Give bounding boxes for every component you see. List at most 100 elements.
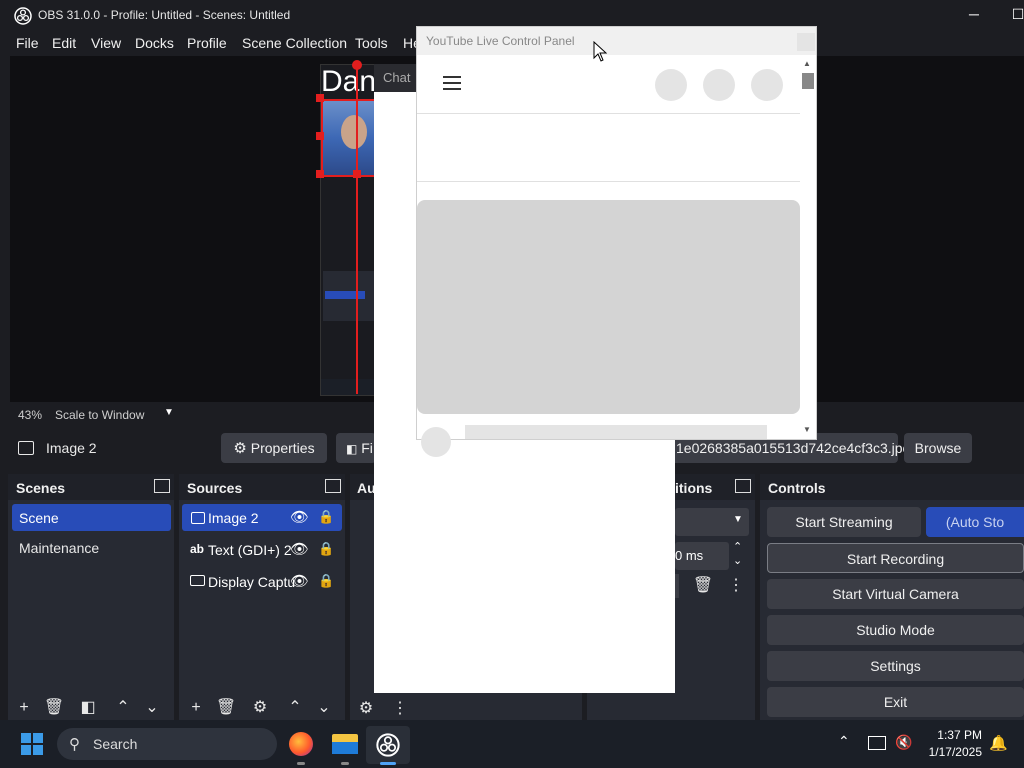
selection-handle-top[interactable] xyxy=(352,60,362,70)
menu-file[interactable]: File xyxy=(16,35,39,51)
sources-toolbar: + 🗑 ⚙ ⌃ ⌄ xyxy=(179,696,345,720)
selection-handle-left-top[interactable] xyxy=(316,94,324,102)
trash-icon[interactable]: 🗑 xyxy=(214,696,238,720)
divider xyxy=(417,113,800,114)
text-source-icon: ab xyxy=(190,542,205,556)
scroll-down-icon[interactable]: ▼ xyxy=(803,425,811,434)
eye-icon[interactable]: 👁 xyxy=(290,572,309,590)
chat-title: Chat xyxy=(383,70,411,85)
eye-icon[interactable]: 👁 xyxy=(290,508,309,526)
controls-dock: Controls Start Streaming (Auto Sto Start… xyxy=(760,474,1024,720)
menu-docks[interactable]: Docks xyxy=(135,35,174,51)
lock-icon[interactable]: 🔒 xyxy=(318,509,334,525)
lock-icon[interactable]: 🔒 xyxy=(318,541,334,557)
chevron-up-icon[interactable]: ⌃ xyxy=(111,696,135,720)
exit-button[interactable]: Exit xyxy=(767,687,1024,717)
volume-muted-icon[interactable]: 🔇 xyxy=(895,734,912,751)
source-item-selected[interactable]: Image 2 👁 🔒 xyxy=(182,504,342,531)
chevron-up-icon[interactable]: ⌃ xyxy=(838,733,850,750)
selection-handle-left-bottom[interactable] xyxy=(316,170,324,178)
chevron-down-icon[interactable]: ▼ xyxy=(164,407,174,418)
preview-face xyxy=(341,115,367,149)
preview-mini-selected xyxy=(325,291,365,299)
menu-view[interactable]: View xyxy=(91,35,121,51)
more-icon[interactable]: ⋮ xyxy=(724,574,748,598)
start-recording-button[interactable]: Start Recording xyxy=(767,543,1024,573)
lock-icon[interactable]: 🔒 xyxy=(318,573,334,589)
chevron-up-icon[interactable]: ⌃ xyxy=(283,696,307,720)
scrollbar-thumb[interactable] xyxy=(802,73,814,89)
filter-icon[interactable]: ◧ xyxy=(76,696,100,720)
gear-icon[interactable]: ⚙ xyxy=(354,697,378,721)
source-item[interactable]: Display Captu 👁 🔒 xyxy=(182,568,342,595)
add-icon[interactable]: + xyxy=(184,696,208,720)
youtube-live-control-panel[interactable]: YouTube Live Control Panel ▲ ▼ xyxy=(416,26,817,457)
undock-icon[interactable] xyxy=(325,479,341,493)
taskbar: ⚲ Search ⌃ 🔇 1:37 PM 1/17/2025 🔔 xyxy=(0,720,1024,768)
windows-start-icon[interactable] xyxy=(21,733,43,755)
active-indicator xyxy=(380,762,396,765)
gear-icon[interactable]: ⚙ xyxy=(248,696,272,720)
firefox-icon[interactable] xyxy=(289,732,313,756)
hamburger-menu-icon[interactable] xyxy=(443,75,463,91)
start-virtual-camera-button[interactable]: Start Virtual Camera xyxy=(767,579,1024,609)
trash-icon[interactable]: 🗑 xyxy=(691,574,715,598)
start-streaming-button[interactable]: Start Streaming xyxy=(767,507,921,537)
scene-item-selected[interactable]: Scene xyxy=(12,504,171,531)
chevron-down-icon[interactable]: ⌄ xyxy=(312,696,336,720)
chat-tab[interactable]: Chat xyxy=(374,64,416,92)
scale-percent: 43% xyxy=(18,408,43,422)
gear-icon: ⚙ xyxy=(233,440,247,457)
chevron-down-icon[interactable]: ⌄ xyxy=(140,696,164,720)
scale-mode-select[interactable]: Scale to Window xyxy=(55,408,144,422)
trash-icon[interactable]: 🗑 xyxy=(42,696,66,720)
duration-field[interactable]: 0 ms xyxy=(675,542,729,570)
minimize-button[interactable]: ─ xyxy=(964,6,984,26)
selection-vertical-line[interactable] xyxy=(356,64,358,394)
filter-icon: ◧ xyxy=(346,442,358,456)
filters-button[interactable]: ◧ Fi xyxy=(336,433,376,463)
obs-logo-icon xyxy=(14,7,32,28)
display-icon[interactable] xyxy=(868,736,886,750)
placeholder-avatar-icon[interactable] xyxy=(655,69,687,101)
chevron-down-icon[interactable]: ⌄ xyxy=(733,554,742,567)
bell-icon[interactable]: 🔔 xyxy=(989,734,1008,752)
browse-button[interactable]: Browse xyxy=(904,433,972,463)
more-icon[interactable]: ⋮ xyxy=(388,697,412,721)
maximize-button[interactable]: ☐ xyxy=(1008,6,1024,26)
menu-tools[interactable]: Tools xyxy=(355,35,388,51)
selection-handle-bottom[interactable] xyxy=(353,170,361,178)
chevron-up-icon[interactable]: ⌃ xyxy=(733,540,742,553)
menu-edit[interactable]: Edit xyxy=(52,35,76,51)
auto-start-button[interactable]: (Auto Sto xyxy=(926,507,1024,537)
audio-mixer-title: Au xyxy=(357,480,376,496)
scenes-dock: Scenes Scene Maintenance + 🗑 ◧ ⌃ ⌄ xyxy=(8,474,174,720)
menu-scene-collection[interactable]: Scene Collection xyxy=(242,35,347,51)
image-icon xyxy=(191,512,205,524)
chevron-down-icon[interactable]: ▼ xyxy=(733,514,743,525)
source-item-label: Text (GDI+) 2 xyxy=(208,542,292,558)
yt-close-button[interactable] xyxy=(797,33,815,51)
placeholder-avatar-icon[interactable] xyxy=(703,69,735,101)
add-icon[interactable]: + xyxy=(12,696,36,720)
duration-value: 0 ms xyxy=(675,548,704,563)
window-title: OBS 31.0.0 - Profile: Untitled - Scenes:… xyxy=(38,8,291,22)
obs-taskbar-icon[interactable] xyxy=(366,726,410,764)
properties-button[interactable]: ⚙ Properties xyxy=(221,433,327,463)
filters-label: Fi xyxy=(361,440,373,456)
taskbar-search[interactable]: ⚲ Search xyxy=(57,728,277,760)
source-item[interactable]: ab Text (GDI+) 2 👁 🔒 xyxy=(182,536,342,563)
undock-icon[interactable] xyxy=(154,479,170,493)
selection-handle-left-mid[interactable] xyxy=(316,132,324,140)
studio-mode-button[interactable]: Studio Mode xyxy=(767,615,1024,645)
menu-profile[interactable]: Profile xyxy=(187,35,227,51)
undock-icon[interactable] xyxy=(735,479,751,493)
clock-time[interactable]: 1:37 PM xyxy=(922,728,982,742)
scroll-up-icon[interactable]: ▲ xyxy=(803,59,811,68)
eye-icon[interactable]: 👁 xyxy=(290,540,309,558)
scene-item[interactable]: Maintenance xyxy=(19,540,99,556)
placeholder-avatar-icon[interactable] xyxy=(751,69,783,101)
settings-button[interactable]: Settings xyxy=(767,651,1024,681)
file-explorer-icon[interactable] xyxy=(332,734,358,754)
clock-date[interactable]: 1/17/2025 xyxy=(918,745,982,759)
